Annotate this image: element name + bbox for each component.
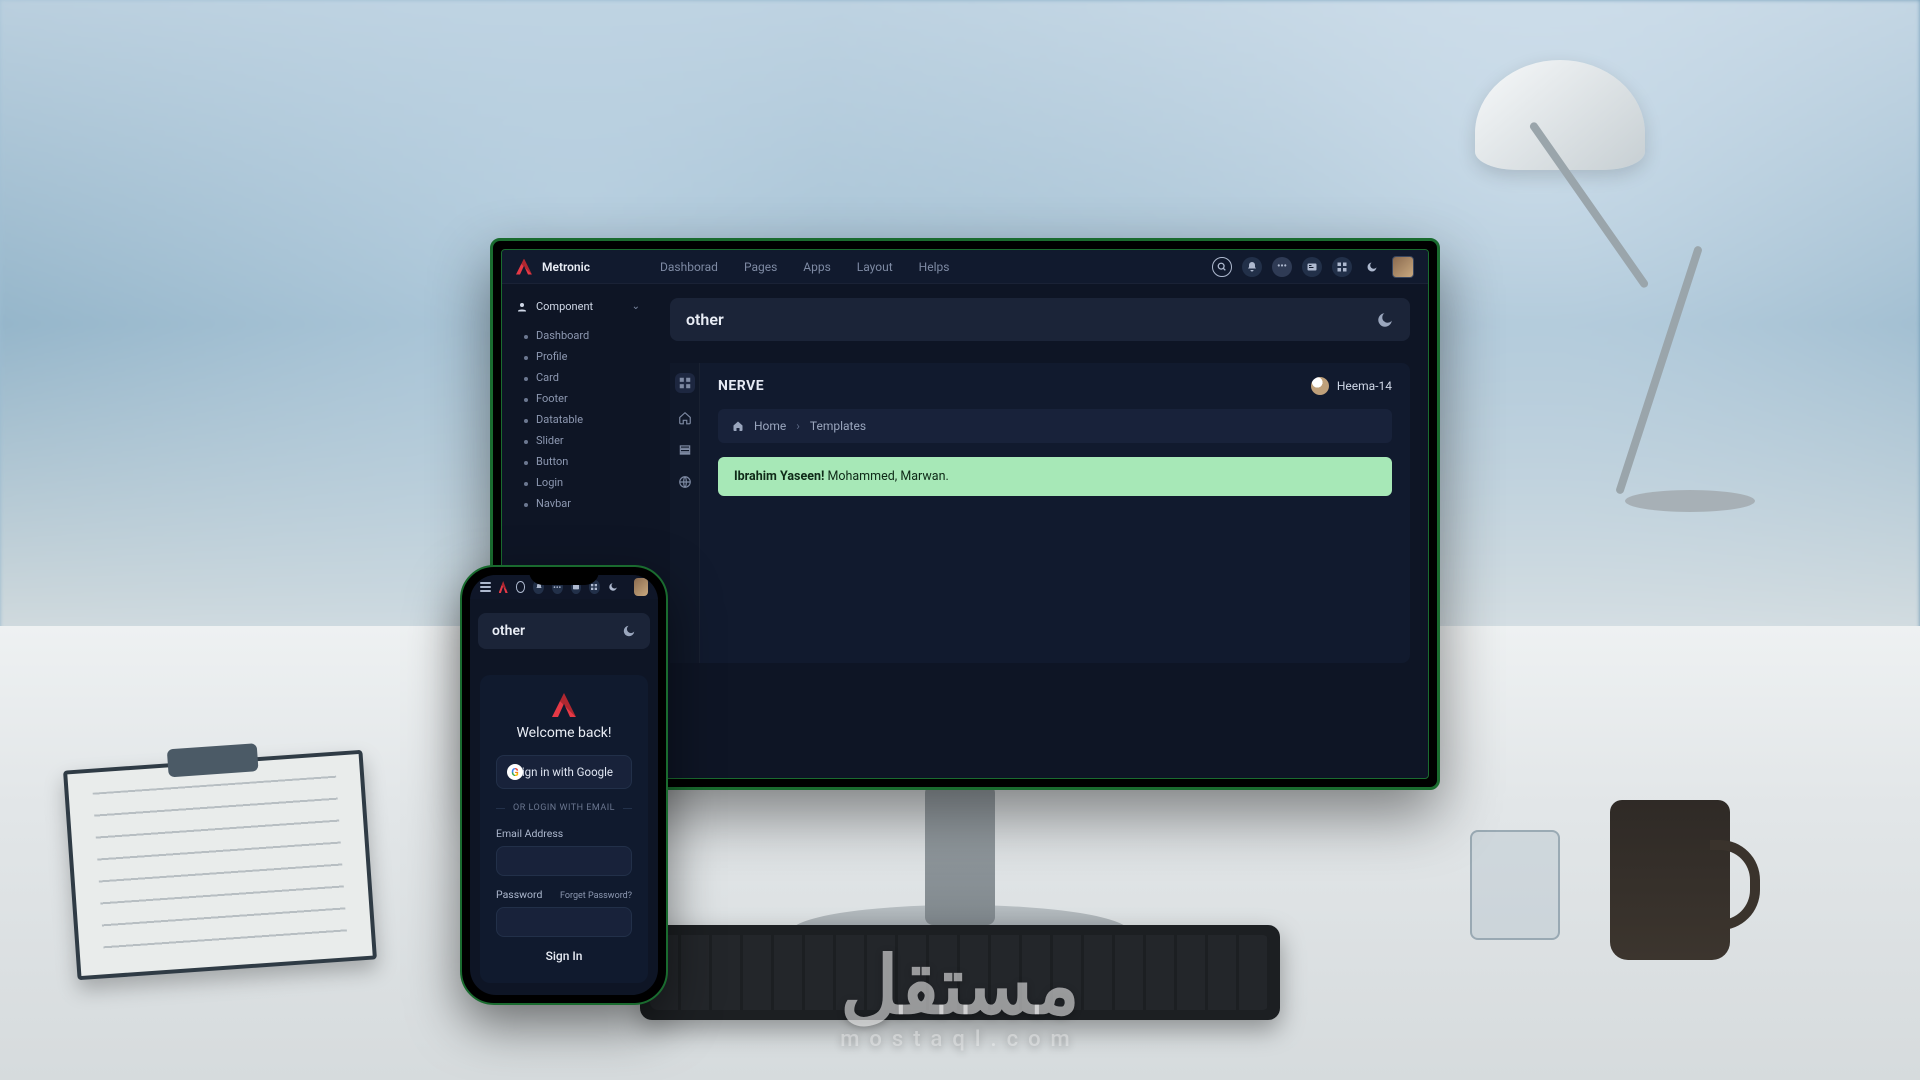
nav-pages[interactable]: Pages — [744, 260, 777, 274]
alert-text: Mohammed, Marwan. — [824, 469, 948, 484]
sidebar-list: Dashboard Profile Card Footer Datatable … — [518, 325, 644, 514]
clipboard-prop — [63, 750, 377, 980]
alert-bold: Ibrahim Yaseen! — [734, 469, 824, 484]
theme-toggle-icon[interactable] — [608, 580, 619, 594]
sidebar-item-button[interactable]: Button — [518, 451, 644, 472]
pen-holder-prop — [1470, 830, 1560, 940]
password-label: Password — [496, 888, 542, 901]
apps-grid-icon[interactable] — [1332, 257, 1352, 277]
brand-logo-icon — [516, 259, 532, 275]
mobile-titlebar: other — [478, 613, 650, 649]
chevron-right-icon: › — [796, 419, 800, 433]
home-icon[interactable] — [678, 411, 692, 425]
password-field[interactable] — [496, 907, 632, 937]
monitor-stand — [925, 785, 995, 925]
sidebar-item-login[interactable]: Login — [518, 472, 644, 493]
bell-icon[interactable] — [533, 580, 544, 594]
panel-user[interactable]: Heema-14 — [1311, 377, 1392, 395]
sidebar-heading: Component — [536, 300, 593, 313]
menu-icon[interactable] — [480, 582, 491, 592]
desk-lamp-prop — [1405, 90, 1765, 630]
nav-dashboard[interactable]: Dashborad — [660, 260, 718, 274]
apps-grid-icon[interactable] — [589, 580, 600, 594]
top-nav: Dashborad Pages Apps Layout Helps — [660, 260, 949, 274]
sidebar-item-navbar[interactable]: Navbar — [518, 493, 644, 514]
login-card: Welcome back! G Sign in with Google OR L… — [480, 675, 648, 983]
sidebar-item-footer[interactable]: Footer — [518, 388, 644, 409]
breadcrumb-current: Templates — [810, 419, 866, 433]
panel-content: NERVE Heema-14 Home › Templates — [700, 363, 1410, 663]
watermark: مستقل mostaql.com — [840, 950, 1079, 1050]
contacts-icon[interactable] — [1302, 257, 1322, 277]
messages-icon[interactable]: ••• — [552, 580, 563, 594]
contacts-icon[interactable] — [571, 580, 582, 594]
page-title: other — [492, 623, 525, 639]
home-icon — [732, 420, 744, 432]
messages-icon[interactable]: ••• — [1272, 257, 1292, 277]
nav-layout[interactable]: Layout — [857, 260, 893, 274]
signin-button[interactable]: Sign In — [496, 949, 632, 963]
email-label: Email Address — [496, 827, 563, 840]
chevron-down-icon: ⌄ — [632, 301, 640, 312]
mobile-topbar: ••• — [470, 575, 658, 599]
mobile-screen: ••• other Welcome back! G Sig — [470, 575, 658, 995]
user-icon — [516, 301, 528, 313]
brand-logo-icon — [499, 581, 508, 593]
search-icon[interactable] — [516, 581, 526, 593]
google-signin-label: Sign in with Google — [515, 765, 613, 779]
theme-toggle-icon[interactable] — [622, 624, 636, 638]
email-label-row: Email Address — [496, 827, 632, 840]
user-avatar[interactable] — [634, 578, 648, 596]
theme-toggle-icon[interactable] — [1376, 311, 1394, 329]
panel-user-name: Heema-14 — [1337, 379, 1392, 393]
user-avatar[interactable] — [1392, 256, 1414, 278]
topbar-actions: ••• — [1212, 256, 1414, 278]
brand-name: Metronic — [542, 260, 590, 274]
divider-text: OR LOGIN WITH EMAIL — [513, 803, 615, 813]
google-icon: G — [507, 764, 523, 780]
theme-toggle-icon[interactable] — [1362, 257, 1382, 277]
sidebar-item-datatable[interactable]: Datatable — [518, 409, 644, 430]
page-titlebar: other — [670, 298, 1410, 341]
sidebar-item-profile[interactable]: Profile — [518, 346, 644, 367]
rail-menu-button[interactable] — [675, 373, 695, 393]
sidebar-item-dashboard[interactable]: Dashboard — [518, 325, 644, 346]
divider-or: OR LOGIN WITH EMAIL — [496, 803, 632, 813]
password-label-row: Password Forget Password? — [496, 888, 632, 901]
panel-user-avatar — [1311, 377, 1329, 395]
email-field[interactable] — [496, 846, 632, 876]
watermark-text: مستقل — [840, 939, 1079, 1033]
desktop-topbar: Metronic Dashborad Pages Apps Layout Hel… — [502, 250, 1428, 284]
breadcrumb: Home › Templates — [718, 409, 1392, 443]
coffee-cup-prop — [1610, 800, 1730, 960]
panel-rail — [670, 363, 700, 663]
panel-header: NERVE Heema-14 — [718, 377, 1392, 395]
page-title: other — [686, 310, 724, 329]
brand-logo-icon — [552, 693, 576, 717]
sidebar-section-toggle[interactable]: Component ⌄ — [510, 294, 644, 319]
phone-frame: ••• other Welcome back! G Sig — [460, 565, 668, 1005]
sidebar-item-slider[interactable]: Slider — [518, 430, 644, 451]
google-signin-button[interactable]: G Sign in with Google — [496, 755, 632, 789]
globe-icon[interactable] — [678, 475, 692, 489]
content-panel: NERVE Heema-14 Home › Templates — [670, 363, 1410, 663]
forgot-password-link[interactable]: Forget Password? — [560, 891, 632, 901]
breadcrumb-home[interactable]: Home — [754, 419, 786, 433]
main-area: other — [652, 284, 1428, 778]
nav-apps[interactable]: Apps — [803, 260, 831, 274]
panel-brand: NERVE — [718, 378, 764, 394]
nav-helps[interactable]: Helps — [919, 260, 950, 274]
welcome-heading: Welcome back! — [496, 725, 632, 741]
sidebar-item-card[interactable]: Card — [518, 367, 644, 388]
bell-icon[interactable] — [1242, 257, 1262, 277]
search-icon[interactable] — [1212, 257, 1232, 277]
success-alert: Ibrahim Yaseen! Mohammed, Marwan. — [718, 457, 1392, 496]
layers-icon[interactable] — [678, 443, 692, 457]
watermark-sub: mostaql.com — [840, 1030, 1079, 1050]
